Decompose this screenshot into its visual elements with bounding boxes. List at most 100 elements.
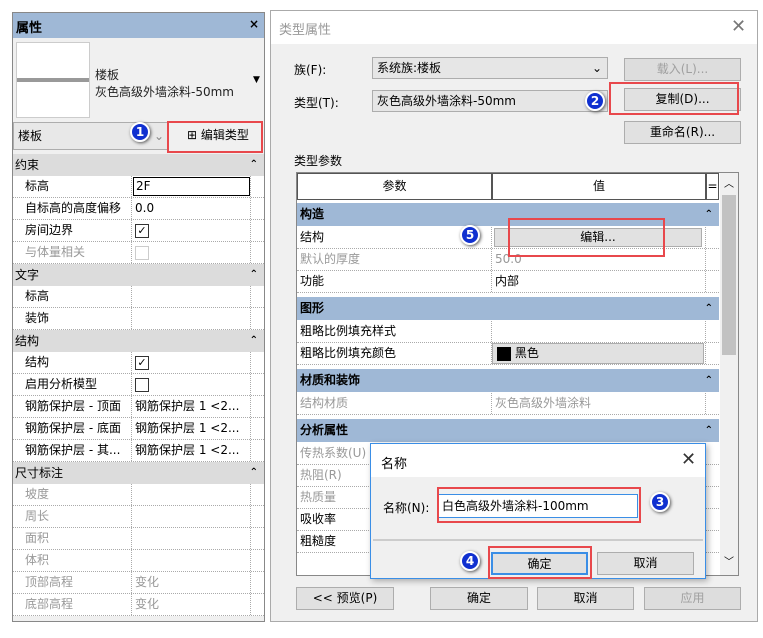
type-family: 楼板 [95,68,120,82]
section-header[interactable]: 图形 ⌃ [297,297,719,320]
property-row[interactable]: 装饰 [13,308,264,330]
parameter-name: 粗略比例填充样式 [297,321,492,342]
property-value: 钢筋保护层 1 <2... [135,421,240,435]
step-badge-1: 1 [130,122,150,142]
collapse-icon[interactable]: ⌃ [250,264,258,286]
property-row[interactable]: 房间边界 ✓ [13,220,264,242]
name-cancel-button[interactable]: 取消 [597,552,694,575]
property-row[interactable]: 周长 [13,506,264,528]
scrollbar[interactable]: ︿ ﹀ [720,173,738,575]
parameter-row[interactable]: 粗略比例填充样式 [297,321,719,343]
section-title: 约束 [15,158,40,172]
property-row[interactable]: 体积 [13,550,264,572]
apply-button[interactable]: 应用 [644,587,741,610]
property-value: 钢筋保护层 1 <2... [135,443,240,457]
cancel-button[interactable]: 取消 [537,587,634,610]
collapse-icon[interactable]: ⌃ [705,203,713,226]
step-badge-5: 5 [460,225,480,245]
value-input[interactable]: 2F [133,177,250,196]
section-header[interactable]: 尺寸标注 ⌃ [13,462,264,484]
property-row[interactable]: 启用分析模型 [13,374,264,396]
property-row[interactable]: 与体量相关 [13,242,264,264]
type-select[interactable]: 灰色高级外墙涂料-50mm [372,90,608,112]
family-label: 族(F): [294,63,327,77]
type-preview-image [16,42,90,118]
property-row[interactable]: 顶部高程 变化 [13,572,264,594]
close-icon[interactable]: ✕ [731,16,746,37]
properties-palette: 属性 × 楼板 灰色高级外墙涂料-50mm ▼ 楼板 ⌄ ⊞ 编辑类型 约束 ⌃ 标高… [12,12,265,622]
property-row[interactable]: 钢筋保护层 - 底面 钢筋保护层 1 <2... [13,418,264,440]
color-button[interactable]: 黑色 [492,343,704,364]
property-name: 周长 [13,506,132,527]
highlight-box [437,487,641,523]
parameter-row[interactable]: 结构材质 灰色高级外墙涂料 [297,393,719,415]
parameter-row[interactable]: 功能 内部 [297,271,719,293]
property-value: 变化 [135,575,160,589]
parameter-row[interactable]: 粗略比例填充颜色 黑色 [297,343,719,365]
property-row[interactable]: 底部高程 变化 [13,594,264,616]
highlight-box [488,546,592,579]
section-header[interactable]: 文字 ⌃ [13,264,264,286]
property-row[interactable]: 结构 ✓ [13,352,264,374]
parameter-name: 结构材质 [297,393,492,414]
collapse-icon[interactable]: ⌃ [705,369,713,392]
section-title: 构造 [300,207,325,221]
load-button[interactable]: 载入(L)... [624,58,741,81]
rename-button[interactable]: 重命名(R)... [624,121,741,144]
section-title: 分析属性 [300,423,349,437]
section-header[interactable]: 材质和装饰 ⌃ [297,369,719,392]
section-header[interactable]: 结构 ⌃ [13,330,264,352]
collapse-icon[interactable]: ⌃ [250,154,258,176]
property-row[interactable]: 面积 [13,528,264,550]
divider [373,539,703,541]
collapse-icon[interactable]: ⌃ [250,330,258,352]
scroll-down-icon[interactable]: ﹀ [724,553,734,568]
close-icon[interactable]: × [249,17,259,31]
property-name: 与体量相关 [13,242,132,263]
column-header-param[interactable]: 参数 [297,173,492,200]
checkbox[interactable] [135,377,149,392]
property-row[interactable]: 标高 [13,286,264,308]
section-header[interactable]: 约束 ⌃ [13,154,264,176]
palette-title: 属性 [13,13,264,38]
property-name: 体积 [13,550,132,571]
scrollbar-thumb[interactable] [722,195,736,355]
parameter-name: 粗略比例填充颜色 [297,343,492,364]
checkbox[interactable]: ✓ [135,355,149,370]
ok-button[interactable]: 确定 [430,587,528,610]
checkbox[interactable]: ✓ [135,223,149,238]
parameter-value: 灰色高级外墙涂料 [495,396,592,410]
property-row[interactable]: 坡度 [13,484,264,506]
step-badge-3: 3 [650,492,670,512]
collapse-icon[interactable]: ⌃ [250,462,258,484]
column-header-eq[interactable]: = [706,173,719,200]
type-dropdown-icon[interactable]: ▼ [253,75,260,85]
property-name: 自标高的高度偏移 [13,198,132,219]
type-name[interactable]: 灰色高级外墙涂料-50mm [95,83,234,100]
family-value: 系统族:楼板 [377,61,442,75]
property-row[interactable]: 标高 2F [13,176,264,198]
family-select[interactable]: 系统族:楼板 ⌄ [372,57,608,79]
close-icon[interactable]: ✕ [681,449,696,470]
collapse-icon[interactable]: ⌃ [705,419,713,442]
property-name: 钢筋保护层 - 顶面 [13,396,132,417]
preview-button[interactable]: << 预览(P) [296,587,394,610]
property-row[interactable]: 自标高的高度偏移 0.0 [13,198,264,220]
property-name: 顶部高程 [13,572,132,593]
property-name: 装饰 [13,308,132,329]
property-name: 钢筋保护层 - 其... [13,440,132,461]
dialog-title: 类型属性 [271,11,757,44]
parameter-name: 默认的厚度 [297,249,492,270]
highlight-box [508,218,665,257]
property-row[interactable]: 钢筋保护层 - 顶面 钢筋保护层 1 <2... [13,396,264,418]
checkbox [135,245,149,260]
collapse-icon[interactable]: ⌃ [705,297,713,320]
column-header-value[interactable]: 值 [492,173,706,200]
parameter-name: 功能 [297,271,492,292]
scroll-up-icon[interactable]: ︿ [724,175,734,190]
property-name: 面积 [13,528,132,549]
section-header[interactable]: 分析属性 ⌃ [297,419,719,442]
highlight-box [167,121,263,153]
property-row[interactable]: 钢筋保护层 - 其... 钢筋保护层 1 <2... [13,440,264,462]
color-name: 黑色 [514,346,539,360]
